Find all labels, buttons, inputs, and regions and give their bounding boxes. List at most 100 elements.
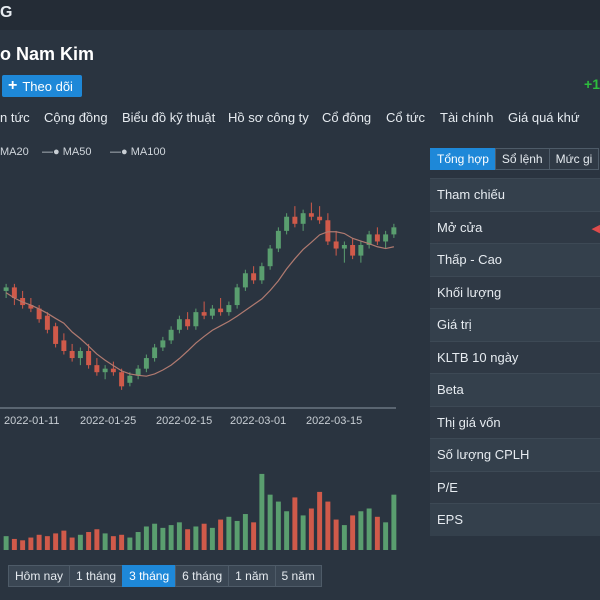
candle-body: [110, 368, 116, 373]
candle-body: [44, 315, 50, 330]
follow-button[interactable]: + Theo dõi: [2, 75, 82, 97]
candle-body: [160, 340, 166, 348]
volume-bar: [201, 523, 207, 550]
stat-row-10: EPS: [430, 503, 600, 536]
summary-tab-2[interactable]: Mức gi: [548, 148, 600, 170]
follow-label: Theo dõi: [22, 78, 73, 94]
site-logo[interactable]: G: [0, 4, 12, 22]
x-tick-label: 2022-03-01: [230, 415, 286, 427]
volume-bar: [259, 473, 265, 550]
candle-body: [143, 358, 149, 369]
volume-bar: [53, 533, 59, 550]
period-button-4[interactable]: 1 năm: [228, 565, 276, 587]
tab-6[interactable]: Tài chính: [440, 110, 493, 125]
company-name: o Nam Kim: [0, 44, 95, 64]
candle-body: [275, 230, 281, 249]
volume-bar: [374, 516, 380, 550]
price-change: +1: [584, 76, 600, 92]
volume-bar: [193, 526, 199, 550]
volume-bar: [275, 501, 281, 550]
volume-bar: [300, 515, 306, 550]
period-button-0[interactable]: Hôm nay: [8, 565, 71, 587]
stat-row-2: Thấp - Cao: [430, 243, 600, 276]
volume-bar: [341, 525, 347, 550]
candle-body: [176, 319, 182, 330]
summary-tabs: Tổng hợp Sổ lệnh Mức gi: [430, 148, 600, 170]
volume-bar: [308, 508, 314, 550]
volume-bar: [218, 519, 224, 550]
volume-bar: [110, 536, 116, 550]
stat-row-1: Mở cửa: [430, 210, 600, 243]
candle-body: [185, 319, 191, 327]
period-button-2[interactable]: 3 tháng: [122, 565, 177, 587]
volume-bar: [242, 514, 248, 550]
stat-row-8: Số lượng CPLH: [430, 438, 600, 471]
volume-bar: [350, 515, 356, 550]
volume-bar: [267, 494, 273, 550]
tab-2[interactable]: Biểu đồ kỹ thuật: [122, 110, 215, 125]
stat-row-0: Tham chiếu: [430, 178, 600, 211]
candle-body: [284, 216, 290, 231]
plus-icon: +: [8, 77, 18, 94]
candle-body: [226, 305, 232, 313]
summary-tab-1[interactable]: Sổ lệnh: [494, 148, 550, 170]
candle-body: [341, 245, 347, 249]
candle-body: [358, 245, 364, 256]
candle-body: [102, 368, 108, 373]
tab-0[interactable]: n tức: [0, 110, 30, 125]
candlestick-chart[interactable]: 2022-01-11 2022-01-25 2022-02-15 2022-03-01…: [0, 142, 410, 560]
tab-1[interactable]: Cộng đồng: [44, 110, 108, 125]
candle-body: [61, 340, 67, 351]
volume-bar: [284, 511, 290, 550]
x-tick-label: 2022-01-25: [80, 415, 136, 427]
candle-body: [259, 266, 265, 281]
volume-bar: [44, 536, 50, 550]
candle-body: [94, 365, 100, 373]
candle-body: [350, 245, 356, 256]
candle-body: [391, 227, 397, 235]
tab-3[interactable]: Hồ sơ công ty: [228, 110, 309, 125]
candle-body: [77, 351, 83, 359]
summary-panel: Tổng hợp Sổ lệnh Mức gi Tham chiếu Mở cửa Th…: [423, 142, 600, 600]
volume-bar: [160, 527, 166, 550]
tab-7[interactable]: Giá quá khứ: [508, 110, 580, 125]
stat-row-9: P/E: [430, 470, 600, 503]
volume-bar: [77, 534, 83, 550]
candle-body: [300, 213, 306, 224]
candle-body: [234, 287, 240, 306]
tab-5[interactable]: Cổ tức: [386, 110, 425, 125]
candle-body: [168, 329, 174, 341]
top-bar: G: [0, 0, 600, 30]
candle-body: [127, 375, 133, 383]
volume-bar: [325, 501, 331, 550]
stat-row-5: KLTB 10 ngày: [430, 340, 600, 373]
candle-body: [201, 312, 207, 316]
period-selector: Hôm nay 1 tháng 3 tháng 6 tháng 1 năm 5 năm: [8, 565, 322, 587]
volume-bar: [234, 520, 240, 550]
stat-row-3: Khối lượng: [430, 275, 600, 308]
period-button-1[interactable]: 1 tháng: [69, 565, 124, 587]
volume-bar: [11, 538, 17, 550]
stats-table: Tham chiếu Mở cửa Thấp - Cao Khối lượng Giá …: [430, 178, 600, 536]
volume-bar: [251, 522, 257, 550]
volume-bar: [209, 527, 215, 550]
volume-bar: [168, 525, 174, 550]
candle-body: [242, 273, 248, 288]
x-tick-label: 2022-03-15: [306, 415, 362, 427]
volume-bar: [185, 529, 191, 550]
period-button-3[interactable]: 6 tháng: [175, 565, 230, 587]
candle-body: [53, 326, 59, 344]
volume-bar: [61, 530, 67, 550]
volume-bar: [317, 491, 323, 550]
volume-bar: [383, 522, 389, 550]
candle-body: [119, 372, 125, 387]
volume-bar: [292, 497, 298, 550]
volume-bar: [176, 522, 182, 550]
summary-tab-0[interactable]: Tổng hợp: [430, 148, 496, 170]
candle-body: [3, 287, 9, 291]
stat-row-6: Beta: [430, 373, 600, 406]
period-button-5[interactable]: 5 năm: [274, 565, 322, 587]
tab-4[interactable]: Cổ đông: [322, 110, 371, 125]
candle-body: [209, 308, 215, 316]
candle-body: [251, 273, 257, 281]
